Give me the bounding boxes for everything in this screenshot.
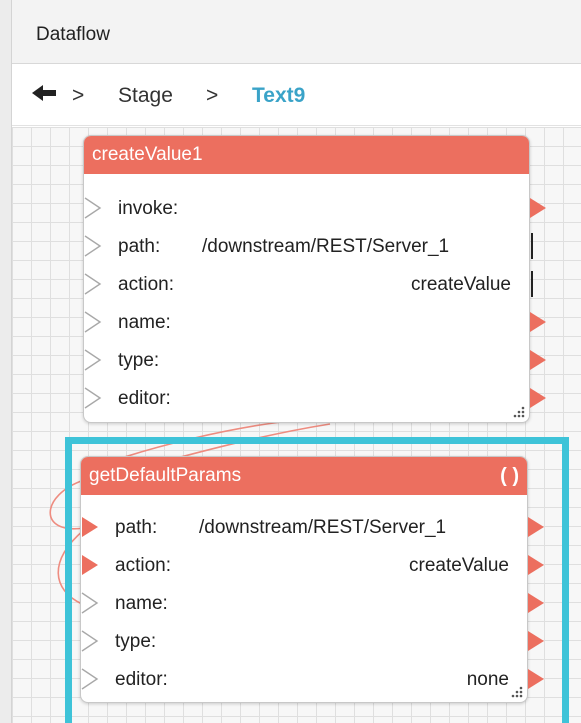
- output-port-icon[interactable]: [529, 387, 547, 409]
- breadcrumb-separator: >: [206, 84, 219, 107]
- input-port-icon[interactable]: [84, 387, 102, 409]
- node-title: getDefaultParams: [89, 465, 242, 486]
- node-row-invoke: invoke:: [84, 189, 546, 227]
- output-port-icon[interactable]: [529, 311, 547, 333]
- breadcrumb-item-stage[interactable]: Stage: [118, 84, 173, 108]
- row-value[interactable]: createValue: [409, 555, 509, 577]
- node-row-name: name:: [84, 303, 546, 341]
- row-value[interactable]: /downstream/REST/Server_1: [202, 236, 449, 258]
- input-port-icon[interactable]: [81, 630, 99, 652]
- node-row-action: action: createValue: [84, 265, 533, 303]
- node-row-action: action: createValue: [81, 546, 544, 584]
- output-port-icon[interactable]: [527, 630, 545, 652]
- row-label: type:: [115, 631, 157, 652]
- text-caret: [531, 271, 533, 297]
- panel-header: Dataflow: [12, 0, 581, 64]
- breadcrumb: > Stage > Text9: [12, 64, 581, 126]
- input-port-icon[interactable]: [84, 311, 102, 333]
- input-port-icon[interactable]: [81, 668, 99, 690]
- node-row-type: type:: [81, 622, 544, 660]
- input-port-icon[interactable]: [84, 197, 102, 219]
- input-port-icon[interactable]: [81, 516, 99, 538]
- input-port-icon[interactable]: [84, 273, 102, 295]
- input-port-icon[interactable]: [84, 235, 102, 257]
- left-edge-bar: [0, 0, 12, 723]
- text-caret: [531, 233, 533, 259]
- breadcrumb-separator: >: [72, 84, 85, 107]
- output-port-icon[interactable]: [529, 349, 547, 371]
- node-row-editor: editor: none: [81, 660, 544, 698]
- row-label: invoke:: [118, 198, 179, 219]
- input-port-icon[interactable]: [81, 592, 99, 614]
- resize-handle-icon[interactable]: [511, 686, 523, 698]
- breadcrumb-item-current[interactable]: Text9: [252, 84, 305, 108]
- node-header[interactable]: getDefaultParams ( ): [81, 457, 527, 495]
- row-label: name:: [118, 312, 171, 333]
- function-toggle-icon[interactable]: ( ): [500, 457, 519, 495]
- node-getdefaultparams[interactable]: getDefaultParams ( ) path: /downstream/R…: [80, 456, 544, 703]
- node-row-path: path: /downstream/REST/Server_1: [81, 508, 544, 546]
- node-row-type: type:: [84, 341, 546, 379]
- row-label: path:: [118, 236, 161, 257]
- node-row-editor: editor:: [84, 379, 546, 417]
- node-row-name: name:: [81, 584, 544, 622]
- output-port-icon[interactable]: [527, 592, 545, 614]
- output-port-icon[interactable]: [527, 554, 545, 576]
- node-createvalue1[interactable]: createValue1 invoke: path: /downstream/R…: [83, 135, 546, 423]
- resize-handle-icon[interactable]: [513, 406, 525, 418]
- row-label: editor:: [118, 388, 171, 409]
- node-row-path: path: /downstream/REST/Server_1: [84, 227, 533, 265]
- output-port-icon[interactable]: [527, 516, 545, 538]
- row-label: action:: [118, 274, 174, 295]
- output-port-icon[interactable]: [529, 197, 547, 219]
- row-label: name:: [115, 593, 168, 614]
- input-port-icon[interactable]: [81, 554, 99, 576]
- row-value[interactable]: none: [467, 669, 509, 691]
- row-label: editor:: [115, 669, 168, 690]
- input-port-icon[interactable]: [84, 349, 102, 371]
- back-arrow-icon[interactable]: [32, 82, 70, 104]
- node-header[interactable]: createValue1: [84, 136, 529, 174]
- row-value[interactable]: createValue: [411, 274, 511, 296]
- panel-title: Dataflow: [36, 24, 110, 45]
- output-port-icon[interactable]: [527, 668, 545, 690]
- row-label: path:: [115, 517, 158, 538]
- row-label: type:: [118, 350, 160, 371]
- row-value[interactable]: /downstream/REST/Server_1: [199, 517, 446, 539]
- row-label: action:: [115, 555, 171, 576]
- node-title: createValue1: [92, 144, 203, 165]
